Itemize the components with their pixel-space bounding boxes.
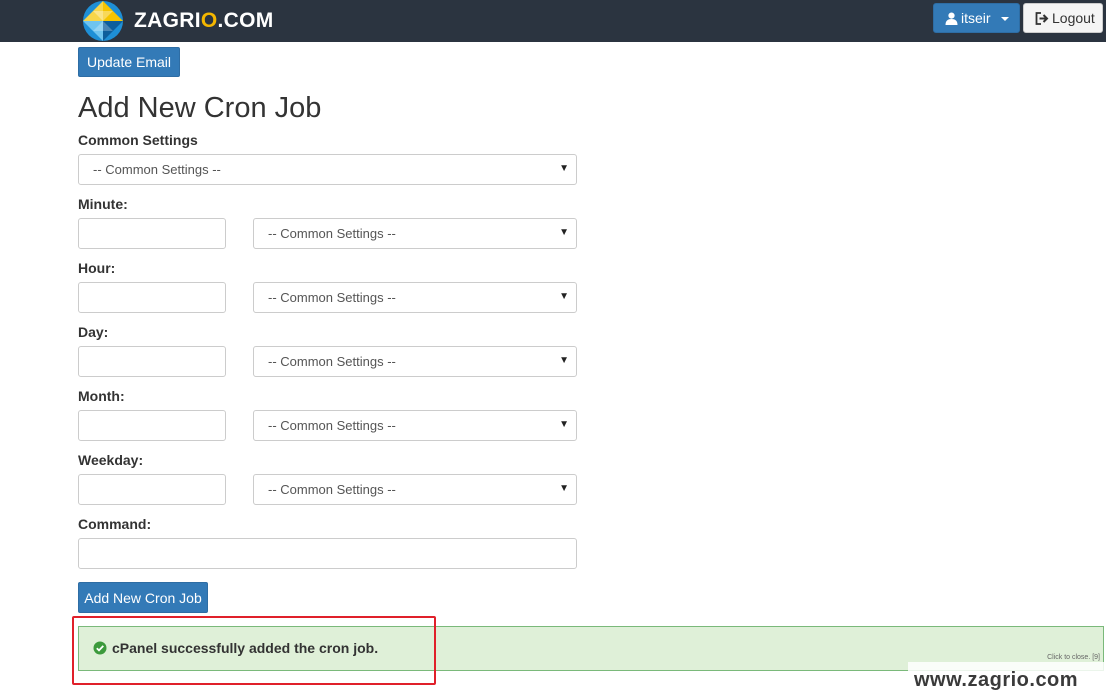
- weekday-select-value: -- Common Settings --: [268, 482, 396, 497]
- common-settings-select-value: -- Common Settings --: [93, 162, 221, 177]
- page-title: Add New Cron Job: [78, 92, 322, 124]
- logo-wordmark: ZAGRIO.COM: [134, 9, 274, 32]
- minute-select[interactable]: -- Common Settings -- ▼: [253, 218, 577, 249]
- common-settings-label: Common Settings: [78, 132, 198, 148]
- minute-label: Minute:: [78, 196, 128, 212]
- watermark-text: www.zagrio.com: [914, 669, 1079, 691]
- dropdown-arrow-icon: ▼: [559, 483, 569, 494]
- hour-label: Hour:: [78, 260, 116, 276]
- top-navbar: ZAGRIO.COM itseir Logout: [0, 0, 1106, 42]
- weekday-select[interactable]: -- Common Settings -- ▼: [253, 474, 577, 505]
- update-email-button[interactable]: Update Email: [78, 47, 180, 77]
- dropdown-arrow-icon: ▼: [559, 163, 569, 174]
- weekday-input[interactable]: [78, 474, 226, 505]
- logout-label: Logout: [1052, 10, 1095, 26]
- minute-select-value: -- Common Settings --: [268, 226, 396, 241]
- hour-select[interactable]: -- Common Settings -- ▼: [253, 282, 577, 313]
- logo-icon: [83, 1, 123, 41]
- user-icon: [945, 12, 958, 25]
- dropdown-arrow-icon: ▼: [559, 227, 569, 238]
- month-select-value: -- Common Settings --: [268, 418, 396, 433]
- day-input[interactable]: [78, 346, 226, 377]
- brand-logo[interactable]: ZAGRIO.COM: [82, 0, 274, 42]
- weekday-label: Weekday:: [78, 452, 144, 468]
- day-select-value: -- Common Settings --: [268, 354, 396, 369]
- day-select[interactable]: -- Common Settings -- ▼: [253, 346, 577, 377]
- month-label: Month:: [78, 388, 125, 404]
- command-input[interactable]: [78, 538, 577, 569]
- hour-input[interactable]: [78, 282, 226, 313]
- annotation-highlight-box: [72, 616, 436, 685]
- click-to-close-hint[interactable]: Click to close. [9]: [1047, 654, 1100, 661]
- add-new-cron-job-button[interactable]: Add New Cron Job: [78, 582, 208, 613]
- command-label: Command:: [78, 516, 152, 532]
- sign-out-icon: [1035, 11, 1049, 25]
- minute-input[interactable]: [78, 218, 226, 249]
- month-input[interactable]: [78, 410, 226, 441]
- dropdown-arrow-icon: ▼: [559, 419, 569, 430]
- day-label: Day:: [78, 324, 109, 340]
- logout-button[interactable]: Logout: [1023, 3, 1103, 33]
- chevron-down-icon: [1001, 17, 1009, 21]
- user-name: itseir: [961, 10, 991, 26]
- month-select[interactable]: -- Common Settings -- ▼: [253, 410, 577, 441]
- dropdown-arrow-icon: ▼: [559, 355, 569, 366]
- hour-select-value: -- Common Settings --: [268, 290, 396, 305]
- user-menu-button[interactable]: itseir: [933, 3, 1020, 33]
- dropdown-arrow-icon: ▼: [559, 291, 569, 302]
- common-settings-select[interactable]: -- Common Settings -- ▼: [78, 154, 577, 185]
